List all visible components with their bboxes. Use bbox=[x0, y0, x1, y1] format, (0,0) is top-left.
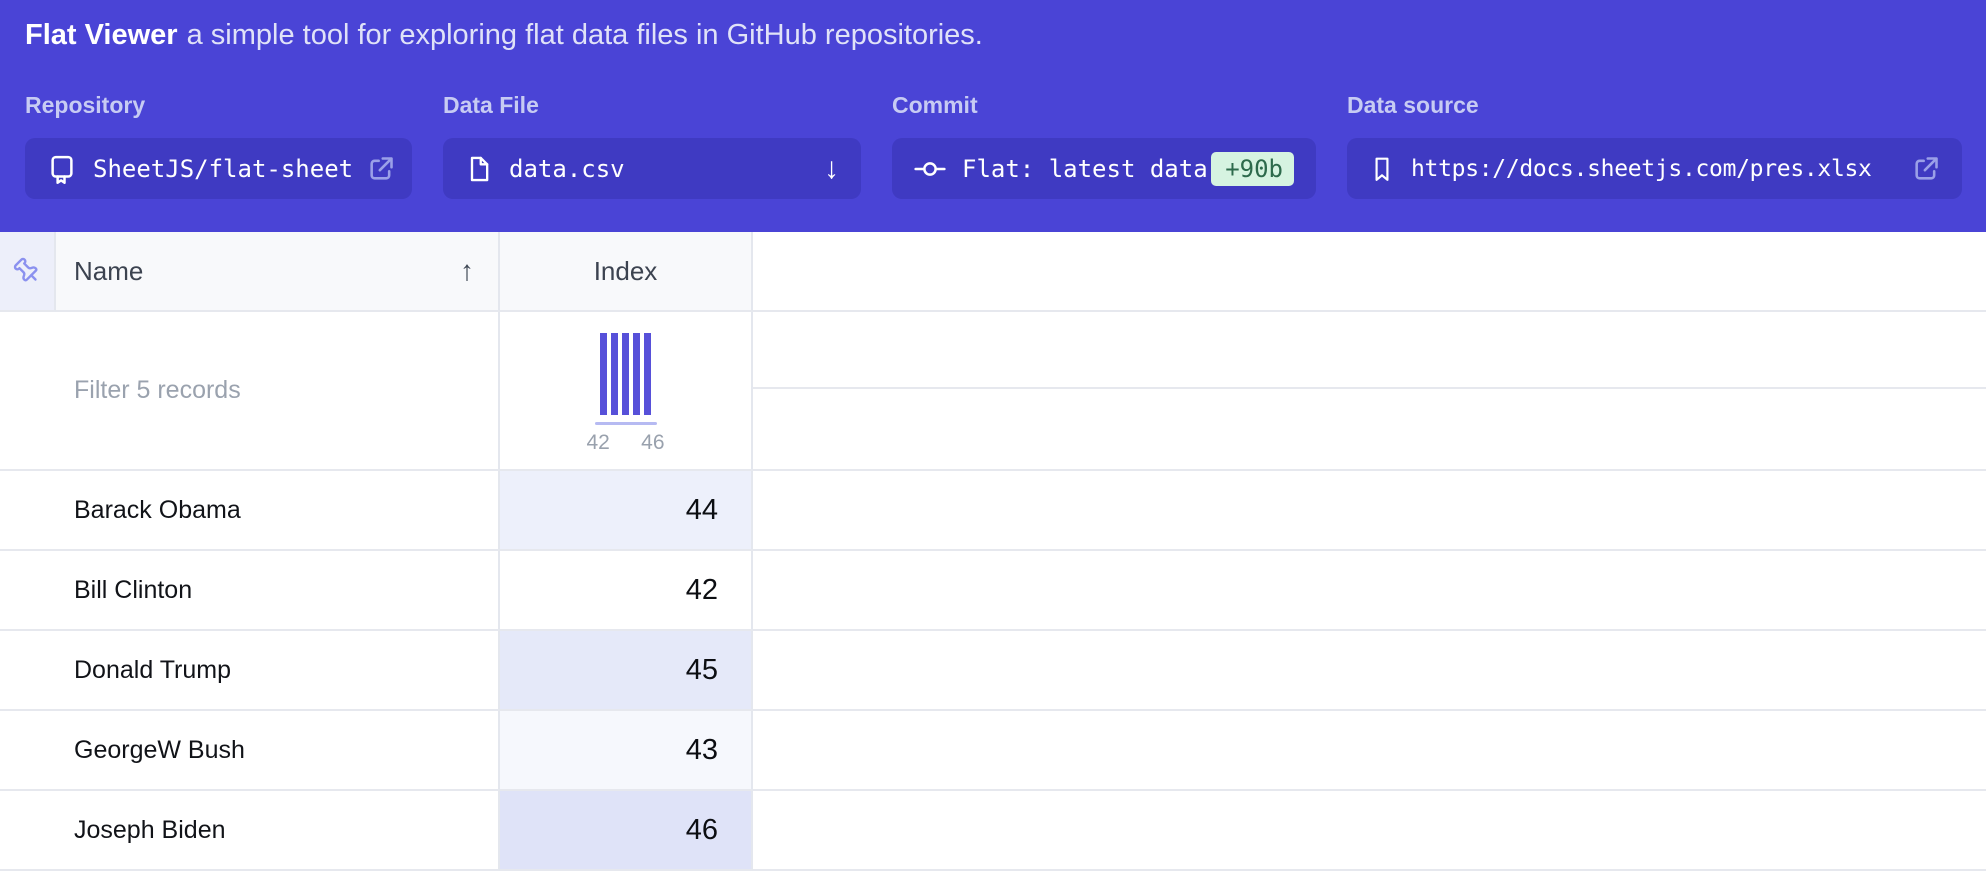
external-link-icon bbox=[353, 155, 395, 183]
commit-diff-badge: +90b bbox=[1211, 152, 1294, 186]
name-cell: Donald Trump bbox=[0, 631, 500, 711]
controls-row: Repository SheetJS/flat-sheet bbox=[0, 91, 1986, 199]
commit-message: Flat: latest data bbox=[962, 155, 1208, 183]
app-header: Flat Viewer a simple tool for exploring f… bbox=[0, 0, 1986, 232]
data-file-value: data.csv bbox=[509, 155, 625, 183]
repository-label: Repository bbox=[25, 91, 412, 119]
data-file-control: Data File data.csv ↓ bbox=[443, 91, 861, 199]
grid-filter-row: 42 46 bbox=[0, 312, 1986, 471]
index-cell: 45 bbox=[500, 631, 753, 711]
repo-icon bbox=[47, 154, 77, 184]
index-cell: 42 bbox=[500, 551, 753, 631]
commit-control: Commit Flat: latest data +90b bbox=[892, 91, 1316, 199]
table-row: GeorgeW Bush 43 bbox=[0, 711, 1986, 791]
name-cell: Bill Clinton bbox=[0, 551, 500, 631]
data-grid: Name ↑ Index bbox=[0, 232, 1986, 871]
file-icon bbox=[465, 154, 493, 184]
git-commit-icon bbox=[914, 154, 946, 184]
grid-header-row: Name ↑ Index bbox=[0, 232, 1986, 312]
app-subtitle: a simple tool for exploring flat data fi… bbox=[187, 19, 983, 51]
data-source-label: Data source bbox=[1347, 91, 1962, 119]
data-source-url: https://docs.sheetjs.com/pres.xlsx bbox=[1411, 156, 1872, 182]
histogram-bar bbox=[622, 333, 629, 415]
header-filler bbox=[753, 232, 1986, 312]
name-cell: Joseph Biden bbox=[0, 791, 500, 871]
table-row: Joseph Biden 46 bbox=[0, 791, 1986, 871]
repository-control: Repository SheetJS/flat-sheet bbox=[25, 91, 412, 199]
index-cell: 46 bbox=[500, 791, 753, 871]
table-row: Bill Clinton 42 bbox=[0, 551, 1986, 631]
data-source-control: Data source https://docs.sheetjs.com/pre… bbox=[1347, 91, 1962, 199]
data-file-select[interactable]: data.csv ↓ bbox=[443, 138, 861, 199]
repository-link[interactable]: SheetJS/flat-sheet bbox=[25, 138, 412, 199]
filter-input[interactable] bbox=[74, 376, 454, 405]
histogram-track bbox=[595, 422, 657, 425]
name-cell: GeorgeW Bush bbox=[0, 711, 500, 791]
app-title: Flat Viewer bbox=[25, 19, 178, 51]
bookmark-icon bbox=[1369, 154, 1395, 184]
name-cell: Barack Obama bbox=[0, 471, 500, 551]
repository-value: SheetJS/flat-sheet bbox=[93, 155, 353, 183]
column-header-index[interactable]: Index bbox=[500, 232, 753, 312]
pin-column-toggle[interactable] bbox=[0, 232, 56, 312]
external-link-icon bbox=[1898, 155, 1940, 183]
filter-filler bbox=[753, 312, 1986, 471]
data-file-label: Data File bbox=[443, 91, 861, 119]
column-header-index-label: Index bbox=[594, 256, 658, 287]
commit-selector[interactable]: Flat: latest data +90b bbox=[892, 138, 1316, 199]
histogram-bar bbox=[600, 333, 607, 415]
pushpin-icon bbox=[11, 255, 43, 287]
column-header-name-label: Name bbox=[74, 256, 143, 287]
filter-filler-divider bbox=[753, 312, 1986, 389]
data-source-link[interactable]: https://docs.sheetjs.com/pres.xlsx bbox=[1347, 138, 1962, 199]
name-filter-cell bbox=[0, 312, 500, 471]
index-cell: 44 bbox=[500, 471, 753, 551]
histogram-max-label: 46 bbox=[641, 431, 664, 455]
histogram-bar bbox=[633, 333, 640, 415]
download-arrow-icon[interactable]: ↓ bbox=[810, 154, 839, 184]
histogram-bar bbox=[611, 333, 618, 415]
row-filler bbox=[753, 711, 1986, 791]
row-filler bbox=[753, 551, 1986, 631]
title-row: Flat Viewer a simple tool for exploring f… bbox=[0, 0, 1986, 53]
index-cell: 43 bbox=[500, 711, 753, 791]
index-histogram[interactable] bbox=[600, 333, 651, 415]
row-filler bbox=[753, 471, 1986, 551]
histogram-min-label: 42 bbox=[587, 431, 610, 455]
flat-viewer-app: Flat Viewer a simple tool for exploring f… bbox=[0, 0, 1986, 888]
commit-label: Commit bbox=[892, 91, 1316, 119]
histogram-range-labels: 42 46 bbox=[587, 431, 665, 455]
row-filler bbox=[753, 631, 1986, 711]
row-filler bbox=[753, 791, 1986, 871]
histogram-bar bbox=[644, 333, 651, 415]
sort-ascending-icon: ↑ bbox=[460, 255, 474, 287]
column-header-name[interactable]: Name ↑ bbox=[56, 232, 500, 312]
table-row: Donald Trump 45 bbox=[0, 631, 1986, 711]
index-histogram-cell: 42 46 bbox=[500, 312, 753, 471]
table-row: Barack Obama 44 bbox=[0, 471, 1986, 551]
